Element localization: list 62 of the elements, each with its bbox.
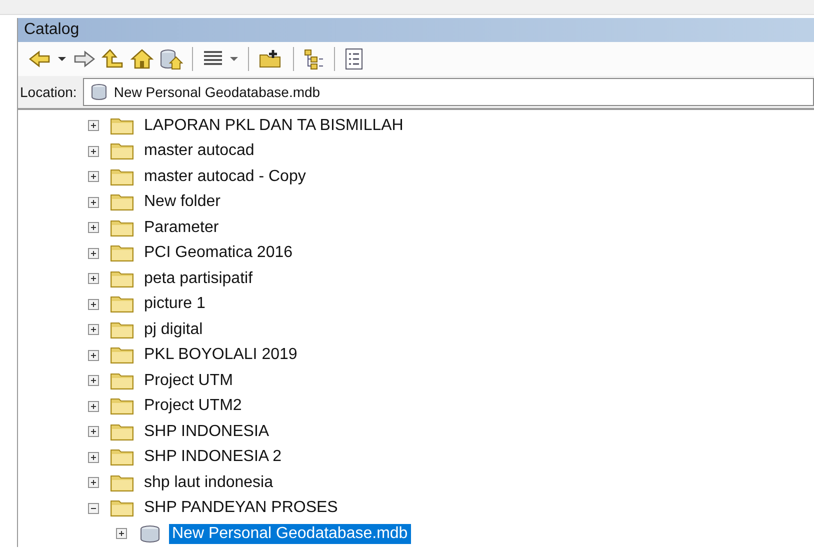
tree-item[interactable]: Parameter — [141, 218, 222, 238]
expand-button[interactable] — [88, 196, 99, 208]
database-icon — [138, 524, 162, 543]
folder-icon — [110, 295, 134, 314]
folder-icon — [110, 320, 134, 339]
back-arrow-icon[interactable] — [28, 49, 52, 69]
collapse-button[interactable] — [88, 502, 99, 514]
forward-arrow-icon[interactable] — [72, 49, 96, 69]
expand-button[interactable] — [88, 146, 99, 157]
tree-item[interactable]: PCI Geomatica 2016 — [141, 243, 296, 264]
folder-icon — [110, 193, 134, 212]
expand-button[interactable] — [88, 248, 99, 259]
tree-item[interactable]: New folder — [141, 192, 224, 212]
folder-icon — [110, 116, 134, 135]
tree-item[interactable]: New Personal Geodatabase.mdb — [169, 524, 411, 544]
details-list-icon[interactable] — [344, 48, 364, 70]
expand-button[interactable] — [88, 350, 99, 361]
window-title: Catalog — [18, 18, 814, 42]
tree-item[interactable]: pj digital — [141, 320, 206, 340]
folder-icon — [110, 372, 134, 390]
tree-item[interactable]: Project UTM — [141, 370, 236, 391]
tree-item[interactable]: LAPORAN PKL DAN TA BISMILLAH — [141, 116, 406, 136]
expand-button[interactable] — [88, 120, 99, 132]
tree-view-icon[interactable] — [303, 48, 325, 70]
expand-button[interactable] — [88, 324, 99, 336]
tree-item[interactable]: PKL BOYOLALI 2019 — [141, 345, 300, 366]
up-arrow-icon[interactable] — [101, 49, 125, 69]
database-icon — [90, 83, 108, 101]
expand-button[interactable] — [88, 452, 99, 463]
folder-icon — [110, 142, 134, 160]
tree-item[interactable]: SHP INDONESIA 2 — [141, 447, 285, 468]
folder-icon — [110, 218, 134, 237]
location-field[interactable]: New Personal Geodatabase.mdb — [82, 78, 814, 106]
tree-item[interactable]: master autocad - Copy — [141, 166, 309, 187]
expand-button[interactable] — [88, 400, 99, 412]
expand-button[interactable] — [88, 298, 99, 310]
tree-item[interactable]: picture 1 — [141, 294, 208, 314]
folder-icon — [110, 244, 134, 262]
tree-item[interactable]: SHP INDONESIA — [141, 422, 272, 442]
folder-icon — [110, 168, 134, 186]
tree-item[interactable]: master autocad — [141, 141, 258, 162]
location-label: Location: — [20, 84, 77, 100]
folder-icon — [110, 422, 134, 441]
folder-icon — [110, 448, 134, 466]
expand-button[interactable] — [88, 426, 99, 438]
expand-button[interactable] — [88, 273, 99, 284]
tree-item[interactable]: Project UTM2 — [141, 396, 245, 416]
expand-button[interactable] — [88, 171, 99, 182]
expand-button[interactable] — [116, 528, 127, 540]
tree-item[interactable]: peta partisipatif — [141, 268, 256, 289]
expand-button[interactable] — [88, 477, 99, 488]
folder-icon — [110, 346, 134, 364]
folder-icon — [110, 499, 134, 518]
tree-item[interactable]: SHP PANDEYAN PROSES — [141, 498, 341, 518]
database-home-icon[interactable] — [159, 48, 183, 70]
folder-icon — [110, 474, 134, 492]
expand-button[interactable] — [88, 375, 99, 386]
folder-icon — [110, 270, 134, 288]
tree-item[interactable]: shp laut indonesia — [141, 472, 276, 493]
folder-icon — [110, 397, 134, 416]
expand-button[interactable] — [88, 222, 99, 234]
home-icon[interactable] — [130, 48, 154, 70]
